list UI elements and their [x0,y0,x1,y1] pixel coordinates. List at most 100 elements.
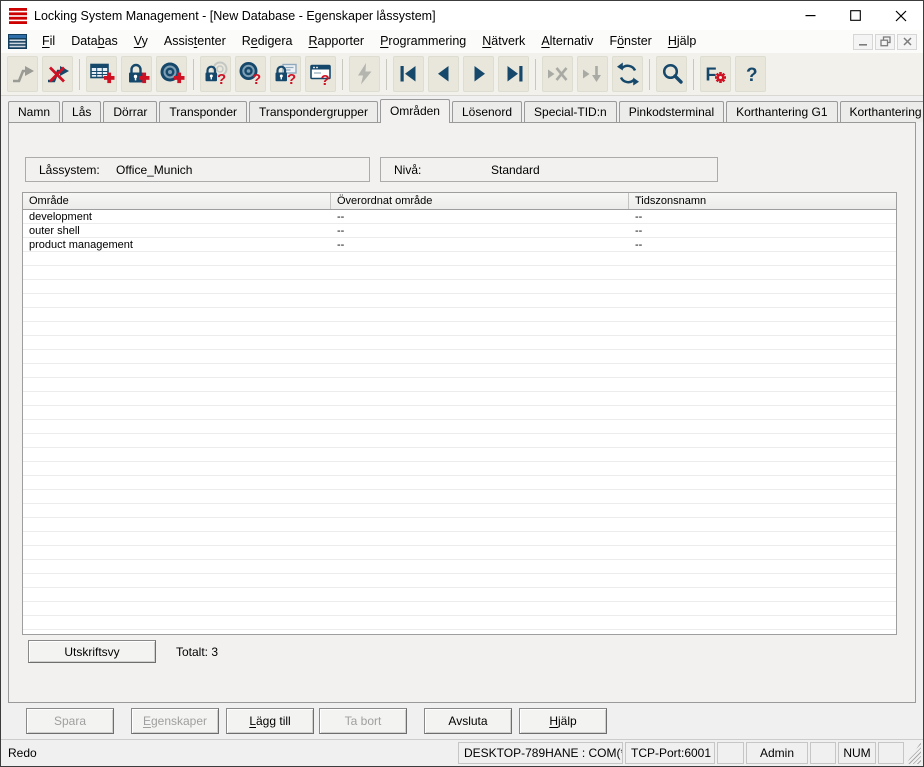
close-button[interactable] [878,1,923,30]
table-body: development -- -- outer shell -- -- product ma… [23,210,896,634]
status-desktop-789hane-com: DESKTOP-789HANE : COM(*) [458,742,623,764]
cancel-search-button [542,56,573,92]
total-count-label: Totalt: 3 [176,644,219,659]
window-title: Locking System Management - [New Databas… [34,8,436,23]
new-transponder-icon [159,61,185,87]
column-header-omrade[interactable]: Område [23,193,331,209]
disconnect-button[interactable] [42,56,73,92]
filter-settings-button[interactable]: F [700,56,731,92]
status-ready: Redo [8,746,37,760]
mdi-close-icon [902,37,912,46]
maximize-button[interactable] [833,1,878,30]
tab-special-tid-n[interactable]: Special-TID:n [524,101,617,122]
menu-item-assistenter[interactable]: Assistenter [156,32,234,51]
tab-transponder[interactable]: Transponder [159,101,247,122]
app-logo-icon [9,7,27,24]
column-header-overordnat-omrade[interactable]: Överordnat område [331,193,629,209]
resize-grip-icon[interactable] [906,742,921,764]
next-record-icon [466,61,492,87]
status-bar: Redo DESKTOP-789HANE : COM(*) TCP-Port:60… [1,739,923,766]
areas-table: Område Överordnat område Tidszonsnamn deve… [22,192,897,635]
minimize-button[interactable] [788,1,833,30]
tab-page-omraden: Låssystem: Office_Munich Nivå: Standard … [8,122,916,703]
read-lock-icon: ? [203,61,229,87]
minimize-icon [805,15,816,17]
first-record-button[interactable] [393,56,424,92]
filter-settings-icon: F [703,61,729,87]
read-lock-button[interactable]: ? [200,56,231,92]
table-cell: -- [635,225,643,237]
tab-omraden[interactable]: Områden [379,99,450,123]
print-preview-button[interactable]: Utskriftsvy [28,640,156,663]
locking-system-box: Låssystem: Office_Munich [25,157,370,182]
tab-korthantering-g1[interactable]: Korthantering G1 [726,101,838,122]
tab-dorrar[interactable]: Dörrar [103,101,158,122]
menu-item-vy[interactable]: Vy [126,32,156,51]
tab-transpondergrupper[interactable]: Transpondergrupper [248,101,378,122]
menu-item-fil[interactable]: Fil [34,32,63,51]
menu-item-rapporter[interactable]: Rapporter [300,32,372,51]
mdi-minimize-icon [858,44,867,46]
disconnect-icon [45,61,71,87]
toolbar-separator [386,58,387,90]
table-row[interactable]: product management -- -- [23,238,896,252]
tab-pinkodsterminal[interactable]: Pinkodsterminal [618,101,725,122]
egenskaper-button: Egenskaper [131,708,219,734]
svg-text:?: ? [287,71,296,87]
new-lock-button[interactable] [121,56,152,92]
mdi-restore-button[interactable] [875,33,895,50]
read-lock-network-button[interactable]: ? [270,56,301,92]
hjalp-button[interactable]: Hjälp [519,708,607,734]
table-row[interactable]: development -- -- [23,210,896,224]
ta-bort-button: Ta bort [319,708,407,734]
tab-las[interactable]: Lås [62,101,102,122]
menu-item-fonster[interactable]: Fönster [601,32,659,51]
column-header-tidszonsnamn[interactable]: Tidszonsnamn [629,193,896,209]
read-transponder-button[interactable]: ? [235,56,266,92]
lagg-till-button[interactable]: Lägg till [226,708,314,734]
help-icon: ? [738,61,764,87]
table-row[interactable]: outer shell -- -- [23,224,896,238]
menu-item-alternativ[interactable]: Alternativ [533,32,601,51]
statusbar-cells: DESKTOP-789HANE : COM(*) TCP-Port:6001 Adm… [457,742,905,764]
avsluta-button[interactable]: Avsluta [424,708,512,734]
mdi-minimize-button[interactable] [853,33,873,50]
first-record-icon [396,61,422,87]
menu-item-programmering[interactable]: Programmering [372,32,474,51]
read-terminal-button[interactable]: ? [305,56,336,92]
toolbar-separator [342,58,343,90]
search-button[interactable] [656,56,687,92]
help-button[interactable]: ? [735,56,766,92]
last-record-icon [501,61,527,87]
svg-text:?: ? [252,71,261,87]
program-button [349,56,380,92]
previous-record-button[interactable] [428,56,459,92]
new-locking-system-icon [89,61,115,87]
level-box: Nivå: Standard [380,157,718,182]
tab-losenord[interactable]: Lösenord [451,101,523,122]
locking-system-label: Låssystem: [39,162,100,177]
table-cell: development [29,211,92,223]
last-record-button[interactable] [498,56,529,92]
new-locking-system-button[interactable] [86,56,117,92]
menu-bar: Fil Databas Vy Assistenter Redigera Rapporter… [1,30,923,53]
menu-item-hjalp[interactable]: Hjälp [660,32,705,51]
tab-namn[interactable]: Namn [8,101,61,122]
tab-korthantering-g2[interactable]: Korthantering G2 [839,101,923,122]
toolbar-separator [193,58,194,90]
read-transponder-icon: ? [238,61,264,87]
program-icon [352,61,378,87]
mdi-close-button[interactable] [897,33,917,50]
cancel-search-icon [545,61,571,87]
toolbar-separator [79,58,80,90]
menu-item-databas[interactable]: Databas [63,32,126,51]
menu-item-natverk[interactable]: Nätverk [474,32,533,51]
refresh-button[interactable] [612,56,643,92]
toolbar-separator [649,58,650,90]
status-empty-cell [878,742,904,764]
toolbar-separator [535,58,536,90]
status-admin: Admin [746,742,808,764]
menu-item-redigera[interactable]: Redigera [234,32,301,51]
new-transponder-button[interactable] [156,56,187,92]
next-record-button[interactable] [463,56,494,92]
